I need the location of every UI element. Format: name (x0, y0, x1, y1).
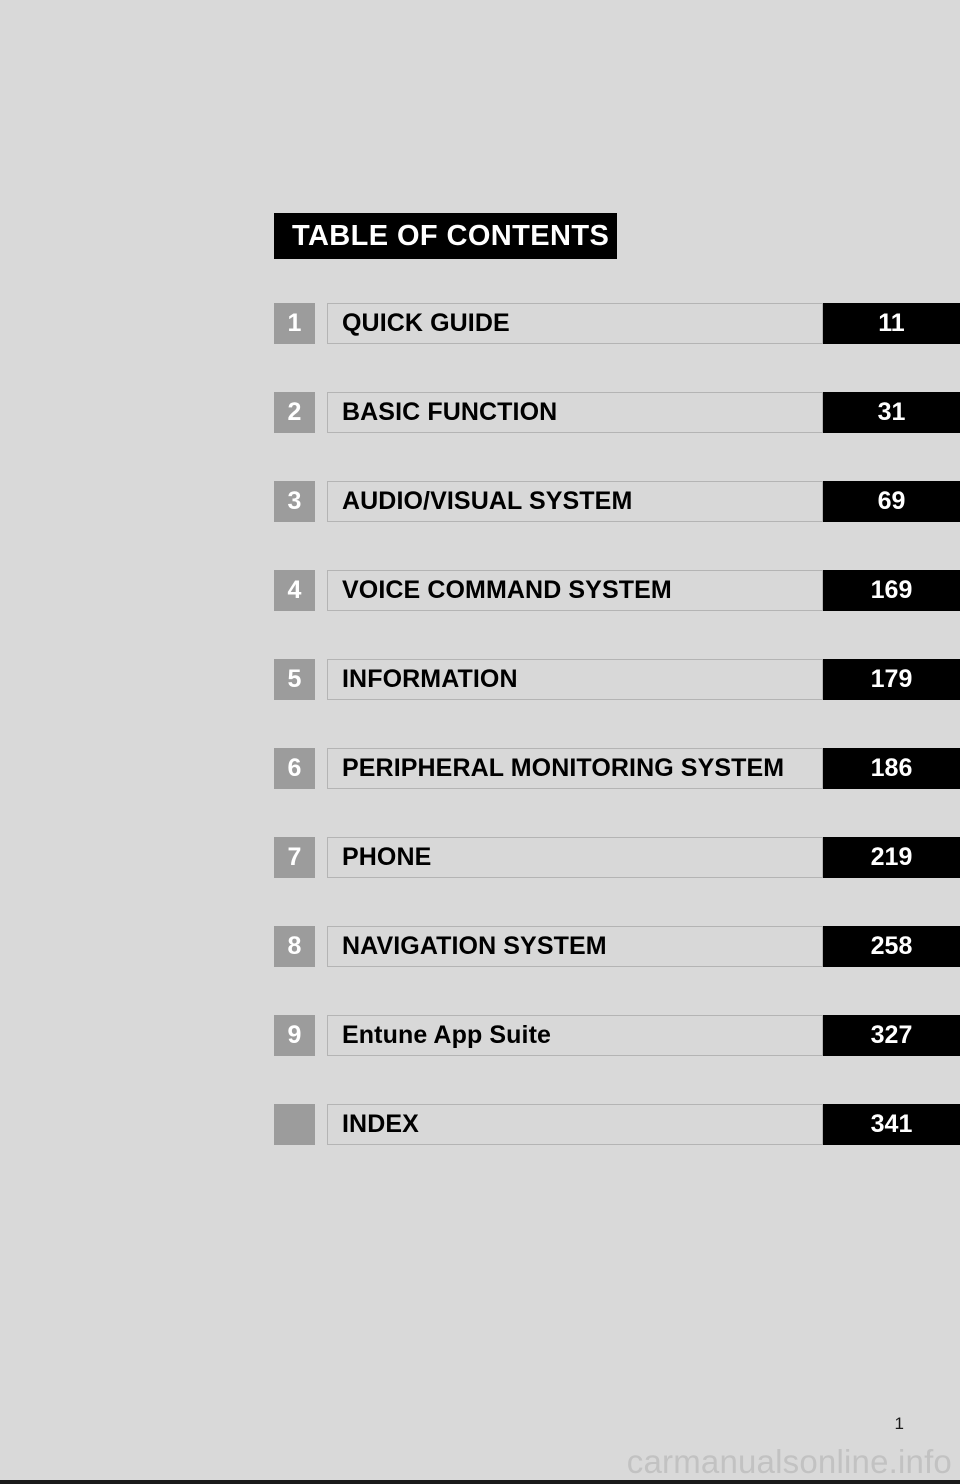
chapter-number-badge: 9 (274, 1015, 315, 1056)
toc-entry-page-number[interactable]: 169 (823, 570, 960, 611)
toc-entry-basic-function[interactable]: 2 BASIC FUNCTION 31 (274, 392, 960, 433)
toc-entry-page-number[interactable]: 179 (823, 659, 960, 700)
chip-spacer (315, 303, 327, 344)
toc-entry-page-number[interactable]: 327 (823, 1015, 960, 1056)
toc-entry-label-box[interactable]: BASIC FUNCTION (327, 392, 823, 433)
chapter-number-badge: 1 (274, 303, 315, 344)
toc-entry-entune-app-suite[interactable]: 9 Entune App Suite 327 (274, 1015, 960, 1056)
toc-entry-page-number[interactable]: 31 (823, 392, 960, 433)
toc-entry-title: AUDIO/VISUAL SYSTEM (342, 487, 633, 515)
chip-spacer (315, 392, 327, 433)
toc-entry-title: INDEX (342, 1110, 419, 1138)
toc-entry-page-number[interactable]: 69 (823, 481, 960, 522)
toc-entry-page-number[interactable]: 11 (823, 303, 960, 344)
toc-entry-title: NAVIGATION SYSTEM (342, 932, 607, 960)
chip-spacer (315, 659, 327, 700)
toc-entry-phone[interactable]: 7 PHONE 219 (274, 837, 960, 878)
chip-spacer (315, 1015, 327, 1056)
page-bottom-rule (0, 1480, 960, 1484)
toc-entry-title: PERIPHERAL MONITORING SYSTEM (342, 754, 785, 782)
toc-entry-voice-command-system[interactable]: 4 VOICE COMMAND SYSTEM 169 (274, 570, 960, 611)
manual-page: TABLE OF CONTENTS 1 QUICK GUIDE 11 2 BAS… (0, 0, 960, 1484)
chapter-number-badge: 3 (274, 481, 315, 522)
toc-entry-quick-guide[interactable]: 1 QUICK GUIDE 11 (274, 303, 960, 344)
site-watermark: carmanualsonline.info (626, 1443, 952, 1480)
toc-entry-label-box[interactable]: AUDIO/VISUAL SYSTEM (327, 481, 823, 522)
toc-entry-peripheral-monitoring-system[interactable]: 6 PERIPHERAL MONITORING SYSTEM 186 (274, 748, 960, 789)
chapter-number-badge: 2 (274, 392, 315, 433)
toc-entry-information[interactable]: 5 INFORMATION 179 (274, 659, 960, 700)
chapter-number-badge: 8 (274, 926, 315, 967)
toc-entry-label-box[interactable]: PHONE (327, 837, 823, 878)
page-folio-number: 1 (894, 1414, 904, 1433)
chip-spacer (315, 1104, 327, 1145)
chip-spacer (315, 837, 327, 878)
chapter-number-badge (274, 1104, 315, 1145)
toc-entry-label-box[interactable]: Entune App Suite (327, 1015, 823, 1056)
chip-spacer (315, 570, 327, 611)
toc-entry-title: INFORMATION (342, 665, 518, 693)
toc-entry-navigation-system[interactable]: 8 NAVIGATION SYSTEM 258 (274, 926, 960, 967)
toc-entry-title: QUICK GUIDE (342, 309, 510, 337)
chapter-number-badge: 4 (274, 570, 315, 611)
toc-entry-label-box[interactable]: PERIPHERAL MONITORING SYSTEM (327, 748, 823, 789)
toc-entry-label-box[interactable]: INFORMATION (327, 659, 823, 700)
toc-entry-title: Entune App Suite (342, 1021, 551, 1049)
toc-entry-label-box[interactable]: VOICE COMMAND SYSTEM (327, 570, 823, 611)
toc-entry-label-box[interactable]: INDEX (327, 1104, 823, 1145)
toc-entry-audio-visual-system[interactable]: 3 AUDIO/VISUAL SYSTEM 69 (274, 481, 960, 522)
chapter-number-badge: 7 (274, 837, 315, 878)
toc-entry-title: BASIC FUNCTION (342, 398, 558, 426)
toc-entry-label-box[interactable]: QUICK GUIDE (327, 303, 823, 344)
chapter-number-badge: 6 (274, 748, 315, 789)
toc-entry-page-number[interactable]: 341 (823, 1104, 960, 1145)
chip-spacer (315, 748, 327, 789)
toc-entry-page-number[interactable]: 219 (823, 837, 960, 878)
page-title: TABLE OF CONTENTS (274, 213, 617, 259)
toc-entry-title: VOICE COMMAND SYSTEM (342, 576, 672, 604)
chapter-number-badge: 5 (274, 659, 315, 700)
toc-entry-label-box[interactable]: NAVIGATION SYSTEM (327, 926, 823, 967)
chip-spacer (315, 481, 327, 522)
table-of-contents-list: 1 QUICK GUIDE 11 2 BASIC FUNCTION 31 3 A… (274, 303, 960, 1145)
chip-spacer (315, 926, 327, 967)
toc-entry-title: PHONE (342, 843, 432, 871)
toc-entry-page-number[interactable]: 186 (823, 748, 960, 789)
toc-entry-page-number[interactable]: 258 (823, 926, 960, 967)
toc-entry-index[interactable]: INDEX 341 (274, 1104, 960, 1145)
